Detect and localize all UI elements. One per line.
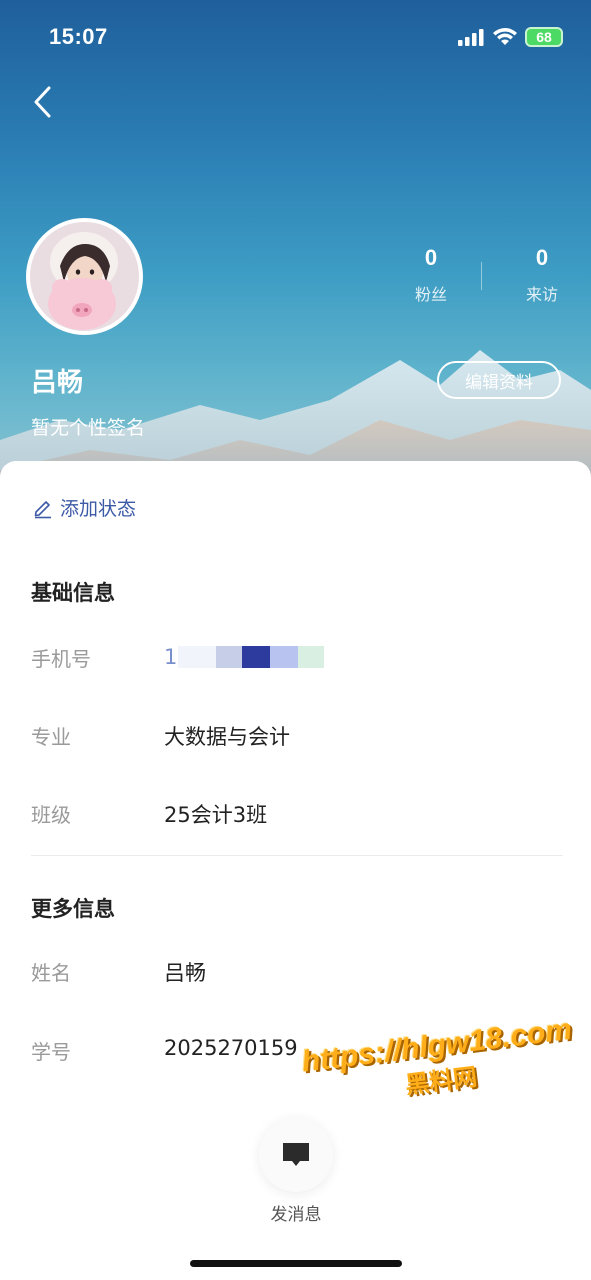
more-info-title: 更多信息 — [31, 897, 115, 921]
class-value: 25会计3班 — [164, 803, 268, 827]
stat-divider — [481, 262, 482, 290]
phone-label: 手机号 — [31, 647, 91, 671]
battery-icon: 68 — [525, 27, 563, 47]
fans-count: 0 — [424, 245, 438, 270]
edit-profile-button[interactable]: 编辑资料 — [437, 361, 561, 399]
profile-name: 吕畅 — [31, 368, 84, 398]
fans-label: 粉丝 — [414, 285, 447, 304]
visitors-label: 来访 — [525, 285, 558, 304]
pencil-icon — [34, 500, 51, 518]
send-message-button[interactable] — [259, 1118, 333, 1192]
visitors-count: 0 — [535, 245, 549, 270]
chevron-left-icon — [34, 86, 51, 118]
name-value: 吕畅 — [164, 961, 206, 985]
section-divider — [31, 855, 563, 856]
name-label: 姓名 — [31, 961, 71, 985]
stat-fans[interactable]: 0 粉丝 — [391, 245, 471, 305]
back-button[interactable] — [22, 80, 62, 124]
add-status-label: 添加状态 — [60, 498, 137, 520]
add-status-button[interactable]: 添加状态 — [32, 494, 136, 521]
status-time: 15:07 — [49, 24, 108, 49]
cellular-signal-icon — [458, 29, 484, 46]
student-id-label: 学号 — [31, 1040, 71, 1064]
student-id-value: 2025270159 — [164, 1036, 298, 1060]
avatar-photo — [30, 222, 139, 331]
phone-digit: 1 — [164, 645, 178, 669]
profile-signature: 暂无个性签名 — [31, 417, 146, 439]
major-label: 专业 — [31, 725, 71, 749]
battery-level: 68 — [536, 29, 552, 45]
home-indicator[interactable] — [190, 1260, 402, 1267]
class-label: 班级 — [31, 803, 71, 827]
message-icon — [283, 1143, 309, 1166]
wifi-icon — [493, 28, 517, 45]
status-bar: 15:07 68 — [0, 0, 591, 76]
avatar[interactable] — [26, 218, 143, 335]
basic-info-title: 基础信息 — [31, 581, 115, 605]
phone-value-redacted: 1 — [164, 646, 324, 668]
stat-visitors[interactable]: 0 来访 — [502, 245, 582, 305]
major-value: 大数据与会计 — [164, 725, 290, 749]
send-message-label: 发消息 — [270, 1205, 322, 1225]
